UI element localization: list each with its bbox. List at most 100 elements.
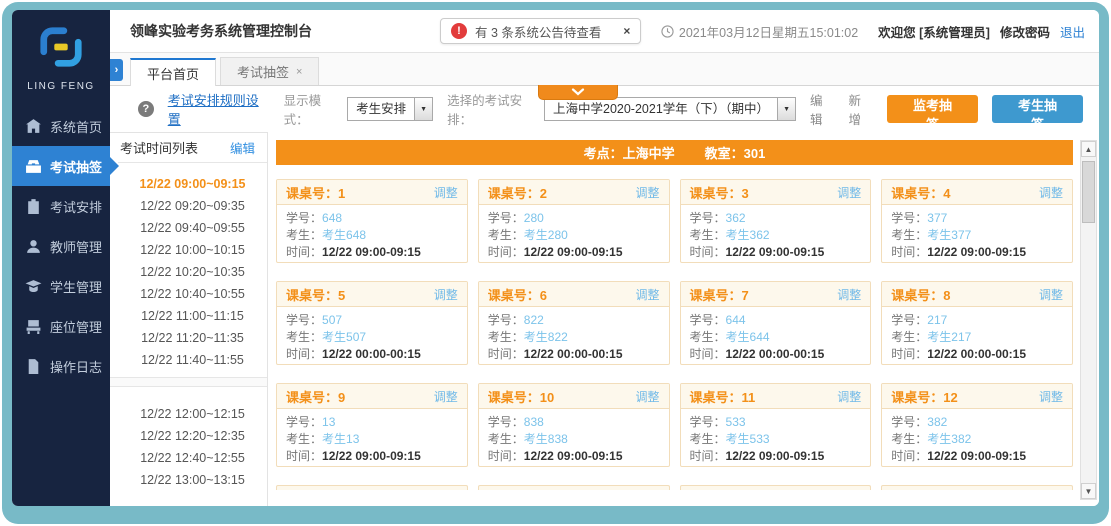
exam-rule-settings-link[interactable]: 考试安排规则设置 bbox=[168, 90, 270, 128]
time-slot[interactable]: 12/22 11:40~11:55 bbox=[118, 349, 267, 371]
time-panel-edit-link[interactable]: 编辑 bbox=[230, 138, 255, 157]
adjust-link[interactable]: 调整 bbox=[837, 184, 861, 201]
display-mode-select[interactable]: 考生安排 ▼ bbox=[347, 97, 433, 121]
field-value: 考生644 bbox=[726, 330, 770, 344]
field-label: 学号： bbox=[488, 313, 524, 327]
invigilator-draw-button[interactable]: 监考抽签 bbox=[887, 95, 978, 123]
datetime-text: 2021年03月12日星期五15:01:02 bbox=[679, 22, 858, 41]
notice-banner[interactable]: ! 有 3 条系统公告待查看 × bbox=[440, 18, 641, 44]
time-slot-divider bbox=[110, 377, 267, 387]
time-slot[interactable]: 12/22 13:00~13:15 bbox=[118, 469, 267, 491]
sidebar-expand-button[interactable]: › bbox=[110, 59, 123, 81]
adjust-link[interactable]: 调整 bbox=[837, 286, 861, 303]
adjust-link[interactable]: 调整 bbox=[1039, 286, 1063, 303]
logout-link[interactable]: 退出 bbox=[1060, 22, 1085, 41]
sidebar-item-1[interactable]: 系统首页 bbox=[12, 106, 110, 146]
dropdown-arrow-icon[interactable]: ▼ bbox=[777, 98, 795, 120]
time-slot[interactable]: 12/22 09:20~09:35 bbox=[118, 195, 267, 217]
top-header: 领峰实验考务系统管理控制台 ! 有 3 条系统公告待查看 × 2021年03月1… bbox=[110, 10, 1099, 52]
desk-card: 课桌号：4调整学号：377考生：考生377时间：12/22 09:00-09:1… bbox=[881, 179, 1073, 263]
desk-card-header: 课桌号：5调整 bbox=[277, 282, 467, 307]
field-label: 时间： bbox=[286, 449, 322, 463]
field-label: 时间： bbox=[488, 449, 524, 463]
desk-card: 课桌号：9调整学号：13考生：考生13时间：12/22 09:00-09:15 bbox=[276, 383, 468, 467]
tabs-container: 平台首页考试抽签× bbox=[130, 57, 323, 85]
field-value: 考生648 bbox=[322, 228, 366, 242]
desk-field-time: 时间：12/22 09:00-09:15 bbox=[891, 244, 1063, 261]
adjust-link[interactable]: 调整 bbox=[1039, 184, 1063, 201]
field-label: 学号： bbox=[891, 211, 927, 225]
dropdown-arrow-icon[interactable]: ▼ bbox=[414, 98, 432, 120]
desk-field-student_no: 学号：377 bbox=[891, 210, 1063, 227]
tab-1[interactable]: 平台首页 bbox=[130, 58, 216, 86]
time-slot[interactable]: 12/22 12:40~12:55 bbox=[118, 447, 267, 469]
examinee-draw-button[interactable]: 考生抽签 bbox=[992, 95, 1083, 123]
sidebar-item-7[interactable]: 操作日志 bbox=[12, 346, 110, 386]
time-slot[interactable]: 12/22 10:40~10:55 bbox=[118, 283, 267, 305]
adjust-link[interactable]: 调整 bbox=[635, 184, 659, 201]
adjust-link[interactable]: 调整 bbox=[1039, 388, 1063, 405]
field-label: 考生： bbox=[286, 228, 322, 242]
sidebar-item-2[interactable]: 考试抽签 bbox=[12, 146, 110, 186]
scroll-down-icon[interactable]: ▼ bbox=[1081, 483, 1096, 499]
sidebar-item-4[interactable]: 教师管理 bbox=[12, 226, 110, 266]
desk-card: 课桌号：7调整学号：644考生：考生644时间：12/22 00:00-00:1… bbox=[680, 281, 872, 365]
time-slot[interactable]: 12/22 12:20~12:35 bbox=[118, 425, 267, 447]
field-value: 考生362 bbox=[726, 228, 770, 242]
adjust-link[interactable]: 调整 bbox=[635, 388, 659, 405]
add-link[interactable]: 新增 bbox=[849, 90, 874, 128]
sidebar-item-5[interactable]: 学生管理 bbox=[12, 266, 110, 306]
adjust-link[interactable]: 调整 bbox=[434, 388, 458, 405]
adjust-link[interactable]: 调整 bbox=[635, 286, 659, 303]
panel-collapse-toggle[interactable] bbox=[538, 85, 618, 100]
scroll-up-icon[interactable]: ▲ bbox=[1081, 141, 1096, 157]
next-row-stubs bbox=[276, 485, 1073, 490]
logo-icon bbox=[38, 24, 84, 70]
time-slot[interactable]: 12/22 10:20~10:35 bbox=[118, 261, 267, 283]
vertical-scrollbar[interactable]: ▲ ▼ bbox=[1080, 140, 1097, 500]
notice-close-icon[interactable]: × bbox=[623, 24, 630, 38]
field-value: 考生382 bbox=[927, 432, 971, 446]
tab-2[interactable]: 考试抽签× bbox=[220, 57, 319, 85]
time-slot[interactable]: 12/22 09:40~09:55 bbox=[118, 217, 267, 239]
field-label: 考生： bbox=[891, 330, 927, 344]
teacher-icon bbox=[25, 238, 42, 255]
schedule-value: 上海中学2020-2021学年（下）（期中） bbox=[545, 98, 777, 120]
desk-card: 课桌号：11调整学号：533考生：考生533时间：12/22 09:00-09:… bbox=[680, 383, 872, 467]
field-label: 学号： bbox=[488, 211, 524, 225]
page-frame: LING FENG 系统首页考试抽签考试安排教师管理学生管理座位管理操作日志 领… bbox=[2, 2, 1109, 524]
desk-field-time: 时间：12/22 09:00-09:15 bbox=[891, 448, 1063, 465]
adjust-link[interactable]: 调整 bbox=[434, 286, 458, 303]
edit-link[interactable]: 编辑 bbox=[810, 90, 835, 128]
field-value: 考生533 bbox=[726, 432, 770, 446]
tab-close-icon[interactable]: × bbox=[296, 66, 302, 78]
adjust-link[interactable]: 调整 bbox=[837, 388, 861, 405]
field-value: 12/22 09:00-09:15 bbox=[524, 245, 623, 259]
welcome-text: 欢迎您 [系统管理员] bbox=[878, 22, 990, 41]
time-slot[interactable]: 12/22 12:00~12:15 bbox=[118, 403, 267, 425]
field-label: 考生： bbox=[690, 432, 726, 446]
sidebar-item-6[interactable]: 座位管理 bbox=[12, 306, 110, 346]
field-label: 时间： bbox=[891, 449, 927, 463]
clock-icon bbox=[661, 25, 674, 38]
field-value: 12/22 00:00-00:15 bbox=[726, 347, 825, 361]
time-slot[interactable]: 12/22 10:00~10:15 bbox=[118, 239, 267, 261]
time-slot[interactable]: 12/22 09:00~09:15 bbox=[118, 173, 267, 195]
sidebar-item-3[interactable]: 考试安排 bbox=[12, 186, 110, 226]
time-slot[interactable]: 12/22 11:20~11:35 bbox=[118, 327, 267, 349]
time-panel-header: 考试时间列表 编辑 bbox=[118, 133, 267, 163]
adjust-link[interactable]: 调整 bbox=[434, 184, 458, 201]
schedule-select[interactable]: 上海中学2020-2021学年（下）（期中） ▼ bbox=[544, 97, 796, 121]
change-password-link[interactable]: 修改密码 bbox=[1000, 22, 1050, 41]
scrollbar-thumb[interactable] bbox=[1082, 161, 1095, 223]
field-label: 考生： bbox=[286, 432, 322, 446]
content-area: ? 考试安排规则设置 显示模式： 考生安排 ▼ 选择的考试安排： 上海中学202… bbox=[110, 86, 1099, 506]
time-slot[interactable]: 12/22 11:00~11:15 bbox=[118, 305, 267, 327]
field-label: 时间： bbox=[891, 347, 927, 361]
time-slot-list: 12/22 09:00~09:1512/22 09:20~09:3512/22 … bbox=[118, 163, 267, 371]
clipboard-icon bbox=[25, 198, 42, 215]
field-value: 考生822 bbox=[524, 330, 568, 344]
field-value: 考生838 bbox=[524, 432, 568, 446]
desk-card-partial bbox=[478, 485, 670, 490]
field-label: 学号： bbox=[286, 313, 322, 327]
